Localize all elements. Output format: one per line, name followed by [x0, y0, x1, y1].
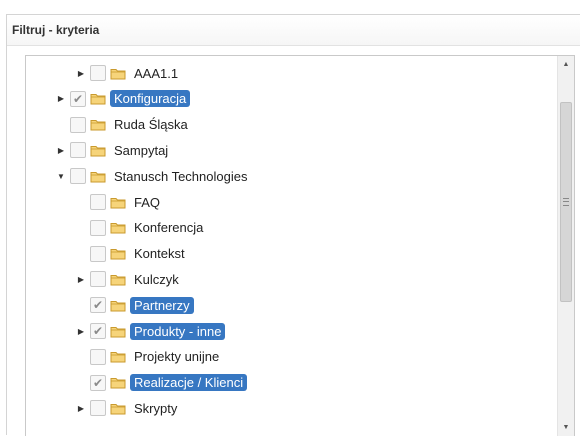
tree-item[interactable]: ✔ Partnerzy: [74, 294, 194, 316]
expand-arrow-icon[interactable]: ▶: [74, 324, 88, 338]
tree-item-label[interactable]: Kulczyk: [130, 271, 183, 288]
scroll-up-arrow-icon[interactable]: ▲: [558, 56, 574, 73]
tree-item-label[interactable]: AAA1.1: [130, 65, 182, 82]
expand-arrow-icon[interactable]: ▶: [74, 401, 88, 415]
toggle-spacer: [74, 376, 88, 390]
tree-item[interactable]: ▶ Kulczyk: [74, 268, 183, 290]
folder-icon: [110, 299, 126, 312]
panel-title: Filtruj - kryteria: [7, 15, 580, 46]
tree-item[interactable]: FAQ: [74, 191, 164, 213]
toggle-spacer: [74, 247, 88, 261]
checkmark-icon: ✔: [92, 375, 104, 390]
collapse-arrow-icon[interactable]: ▼: [54, 169, 68, 183]
checkmark-icon: ✔: [72, 91, 84, 106]
folder-icon: [110, 247, 126, 260]
folder-icon: [110, 350, 126, 363]
tree-container: ▶ AAA1.1 ▶ ✔ Konfiguracja Ruda Śląska ▶ Sampyta…: [25, 55, 575, 436]
tree-item[interactable]: ▶ ✔ Konfiguracja: [54, 88, 191, 110]
tree-item-checkbox[interactable]: [90, 271, 106, 288]
tree-item[interactable]: Projekty unijne: [74, 346, 223, 368]
tree-item-checkbox[interactable]: [90, 65, 106, 81]
tree-item[interactable]: ▶ Sampytaj: [54, 139, 172, 161]
folder-icon: [110, 196, 126, 209]
expand-arrow-icon[interactable]: ▶: [54, 92, 68, 106]
tree-item-label[interactable]: Kontekst: [130, 245, 189, 262]
tree-item-checkbox[interactable]: [90, 194, 106, 210]
vertical-scrollbar[interactable]: ▲ ▼: [557, 56, 574, 436]
tree-item-checkbox[interactable]: [90, 348, 106, 365]
toggle-spacer: [74, 350, 88, 364]
tree-item-label[interactable]: Stanusch Technologies: [110, 168, 251, 185]
folder-icon: [110, 325, 126, 338]
tree-item-label[interactable]: Projekty unijne: [130, 348, 223, 365]
expand-arrow-icon[interactable]: ▶: [74, 66, 88, 80]
tree-item-label[interactable]: Skrypty: [130, 400, 181, 417]
tree-item[interactable]: ▶ ✔ Produkty - inne: [74, 320, 226, 342]
folder-icon: [110, 273, 126, 286]
tree-item[interactable]: Ruda Śląska: [54, 114, 192, 136]
tree-item[interactable]: Konferencja: [74, 217, 207, 239]
tree-item-label[interactable]: Sampytaj: [110, 142, 172, 159]
scrollbar-thumb[interactable]: [560, 102, 572, 302]
folder-icon: [90, 118, 106, 131]
toggle-spacer: [54, 118, 68, 132]
folder-icon: [110, 402, 126, 415]
folder-icon: [90, 144, 106, 157]
tree-item[interactable]: ✔ Realizacje / Klienci: [74, 372, 248, 394]
toggle-spacer: [74, 298, 88, 312]
expand-arrow-icon[interactable]: ▶: [74, 272, 88, 286]
tree-item-checkbox[interactable]: [70, 116, 86, 133]
checkmark-icon: ✔: [92, 298, 104, 313]
tree-item-label[interactable]: Produkty - inne: [130, 322, 226, 340]
tree-item-checkbox[interactable]: [90, 219, 106, 236]
tree-item-checkbox[interactable]: ✔: [90, 323, 106, 339]
toggle-spacer: [74, 221, 88, 235]
folder-icon: [90, 92, 106, 105]
tree-item-checkbox[interactable]: ✔: [90, 374, 106, 391]
tree-item-checkbox[interactable]: ✔: [90, 297, 106, 314]
tree-item[interactable]: ▶ Skrypty: [74, 397, 181, 419]
tree-item-label[interactable]: FAQ: [130, 194, 164, 211]
toggle-spacer: [74, 195, 88, 209]
tree-item-checkbox[interactable]: [70, 168, 86, 185]
tree-item-label[interactable]: Konferencja: [130, 219, 207, 236]
tree-item[interactable]: ▼ Stanusch Technologies: [54, 165, 251, 187]
folder-icon: [110, 376, 126, 389]
tree-item-label[interactable]: Realizacje / Klienci: [130, 374, 248, 392]
tree-item-label[interactable]: Ruda Śląska: [110, 116, 192, 133]
tree-item[interactable]: Kontekst: [74, 243, 189, 265]
folder-icon: [90, 170, 106, 183]
checkmark-icon: ✔: [92, 324, 104, 338]
scroll-down-arrow-icon[interactable]: ▼: [558, 419, 574, 436]
expand-arrow-icon[interactable]: ▶: [54, 143, 68, 157]
grip-icon: [563, 198, 569, 206]
category-tree: ▶ AAA1.1 ▶ ✔ Konfiguracja Ruda Śląska ▶ Sampyta…: [26, 56, 556, 436]
tree-item-checkbox[interactable]: [90, 245, 106, 262]
tree-item-checkbox[interactable]: ✔: [70, 90, 86, 107]
tree-item-checkbox[interactable]: [90, 400, 106, 417]
criteria-panel: Filtruj - kryteria ▶ AAA1.1 ▶ ✔ Konfiguracja…: [6, 14, 580, 436]
tree-item-label[interactable]: Konfiguracja: [110, 90, 191, 108]
folder-icon: [110, 67, 126, 80]
tree-item[interactable]: ▶ AAA1.1: [74, 62, 182, 84]
tree-item-checkbox[interactable]: [70, 142, 86, 159]
tree-item-label[interactable]: Partnerzy: [130, 296, 194, 314]
folder-icon: [110, 221, 126, 234]
